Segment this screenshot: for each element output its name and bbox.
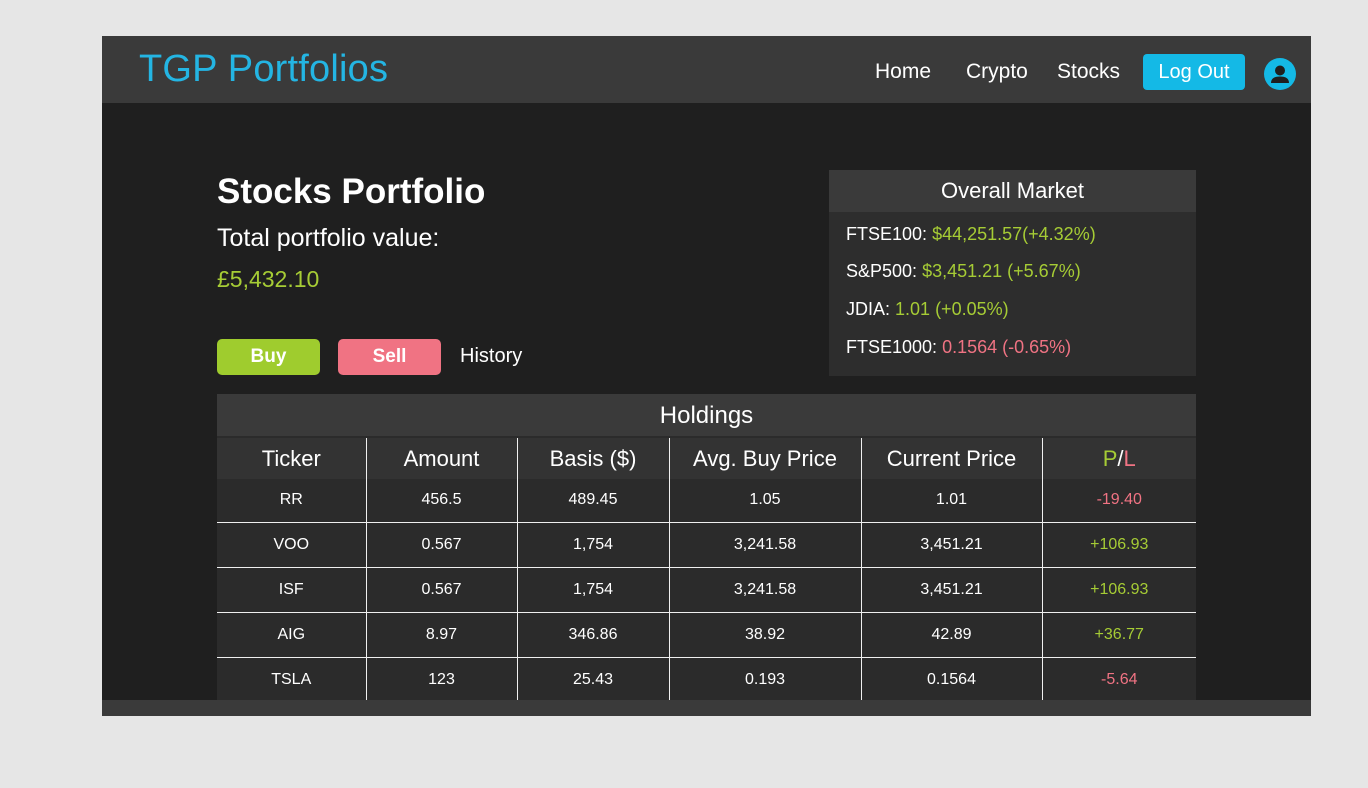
cell-amount: 0.567 [365,521,517,567]
market-index-name: S&P500: [846,261,918,281]
cell-amount: 0.567 [365,566,517,612]
cell-pl: +106.93 [1041,566,1196,612]
history-link[interactable]: History [460,345,522,368]
table-row[interactable]: RR 456.5 489.45 1.05 1.01 -19.40 [217,479,1196,522]
portfolio-value-amount: £5,432.10 [217,266,320,292]
cell-ticker: RR [279,491,303,509]
market-index-name: FTSE100: [846,224,928,244]
cell-current-price: 3,451.21 [860,566,1042,612]
cell-basis: 1,754 [516,521,669,567]
column-header-current-price[interactable]: Current Price [860,438,1042,479]
cell-basis: 489.45 [516,479,669,522]
cell-amount: 123 [365,656,517,702]
table-row[interactable]: TSLA 123 25.43 0.193 0.1564 -5.64 [217,656,1196,702]
market-index-value: $3,451.21 (+5.67%) [922,261,1081,281]
cell-current-price: 0.1564 [860,656,1042,702]
table-row[interactable]: VOO 0.567 1,754 3,241.58 3,451.21 +106.9… [217,521,1196,567]
column-header-basis[interactable]: Basis ($) [516,438,669,479]
cell-avg-buy-price: 38.92 [668,611,861,657]
cell-ticker: AIG [217,611,366,657]
sell-button[interactable]: Sell [338,339,441,375]
cell-ticker: VOO [217,521,366,567]
market-index-name: JDIA: [846,299,891,319]
pl-header-p: P [1102,445,1118,471]
user-avatar-icon[interactable] [1264,58,1296,90]
market-row-jdia: JDIA: 1.01 (+0.05%) [846,299,1009,320]
column-header-amount[interactable]: Amount [365,438,517,479]
cell-avg-buy-price: 3,241.58 [668,566,861,612]
market-row-ftse1000: FTSE1000: 0.1564 (-0.65%) [846,337,1071,358]
cell-current-price: 42.89 [860,611,1042,657]
cell-pl: -19.40 [1041,479,1196,522]
brand-logo[interactable]: TGP Portfolios [139,48,388,91]
table-row[interactable]: ISF 0.567 1,754 3,241.58 3,451.21 +106.9… [217,566,1196,612]
nav-stocks-link[interactable]: Stocks [1057,60,1120,84]
market-index-value: 1.01 (+0.05%) [895,299,1009,319]
overall-market-title: Overall Market [829,170,1196,212]
top-navbar: TGP Portfolios Home Crypto Stocks Log Ou… [102,36,1311,103]
market-row-ftse100: FTSE100: $44,251.57(+4.32%) [846,224,1096,245]
table-row[interactable]: AIG 8.97 346.86 38.92 42.89 +36.77 [217,611,1196,657]
nav-home-link[interactable]: Home [875,60,931,84]
cell-ticker: TSLA [217,656,366,702]
pl-header-l: L [1123,445,1136,471]
holdings-title: Holdings [217,394,1196,436]
column-header-avg-buy-price[interactable]: Avg. Buy Price [668,438,861,479]
holdings-table: Ticker Amount Basis ($) Avg. Buy Price C… [217,438,1196,702]
app-window: TGP Portfolios Home Crypto Stocks Log Ou… [102,36,1311,716]
market-index-value: 0.1564 (-0.65%) [942,337,1072,357]
market-index-name: FTSE1000: [846,337,938,357]
overall-market-panel: Overall Market FTSE100: $44,251.57(+4.32… [829,170,1196,376]
cell-basis: 1,754 [516,566,669,612]
cell-pl: -5.64 [1041,656,1196,702]
cell-current-price: 3,451.21 [860,521,1042,567]
cell-basis: 25.43 [516,656,669,702]
footer-bar [102,700,1311,716]
cell-current-price: 1.01 [860,479,1042,522]
cell-amount: 456.5 [365,479,517,522]
cell-avg-buy-price: 3,241.58 [668,521,861,567]
cell-basis: 346.86 [516,611,669,657]
page-title: Stocks Portfolio [217,172,486,211]
column-header-ticker[interactable]: Ticker [217,438,366,479]
logout-button[interactable]: Log Out [1143,54,1245,90]
cell-avg-buy-price: 1.05 [668,479,861,522]
cell-ticker: ISF [217,566,366,612]
cell-amount: 8.97 [365,611,517,657]
market-row-sp500: S&P500: $3,451.21 (+5.67%) [846,261,1081,282]
cell-pl: +36.77 [1041,611,1196,657]
holdings-panel: Holdings Ticker Amount Basis ($) Avg. Bu… [217,394,1196,716]
column-header-pl[interactable]: P/L [1041,438,1196,479]
holdings-header-row: Ticker Amount Basis ($) Avg. Buy Price C… [217,438,1196,479]
market-index-value: $44,251.57(+4.32%) [932,224,1096,244]
portfolio-value-label: Total portfolio value: [217,224,440,252]
cell-avg-buy-price: 0.193 [668,656,861,702]
nav-crypto-link[interactable]: Crypto [966,60,1028,84]
cell-pl: +106.93 [1041,521,1196,567]
buy-button[interactable]: Buy [217,339,320,375]
